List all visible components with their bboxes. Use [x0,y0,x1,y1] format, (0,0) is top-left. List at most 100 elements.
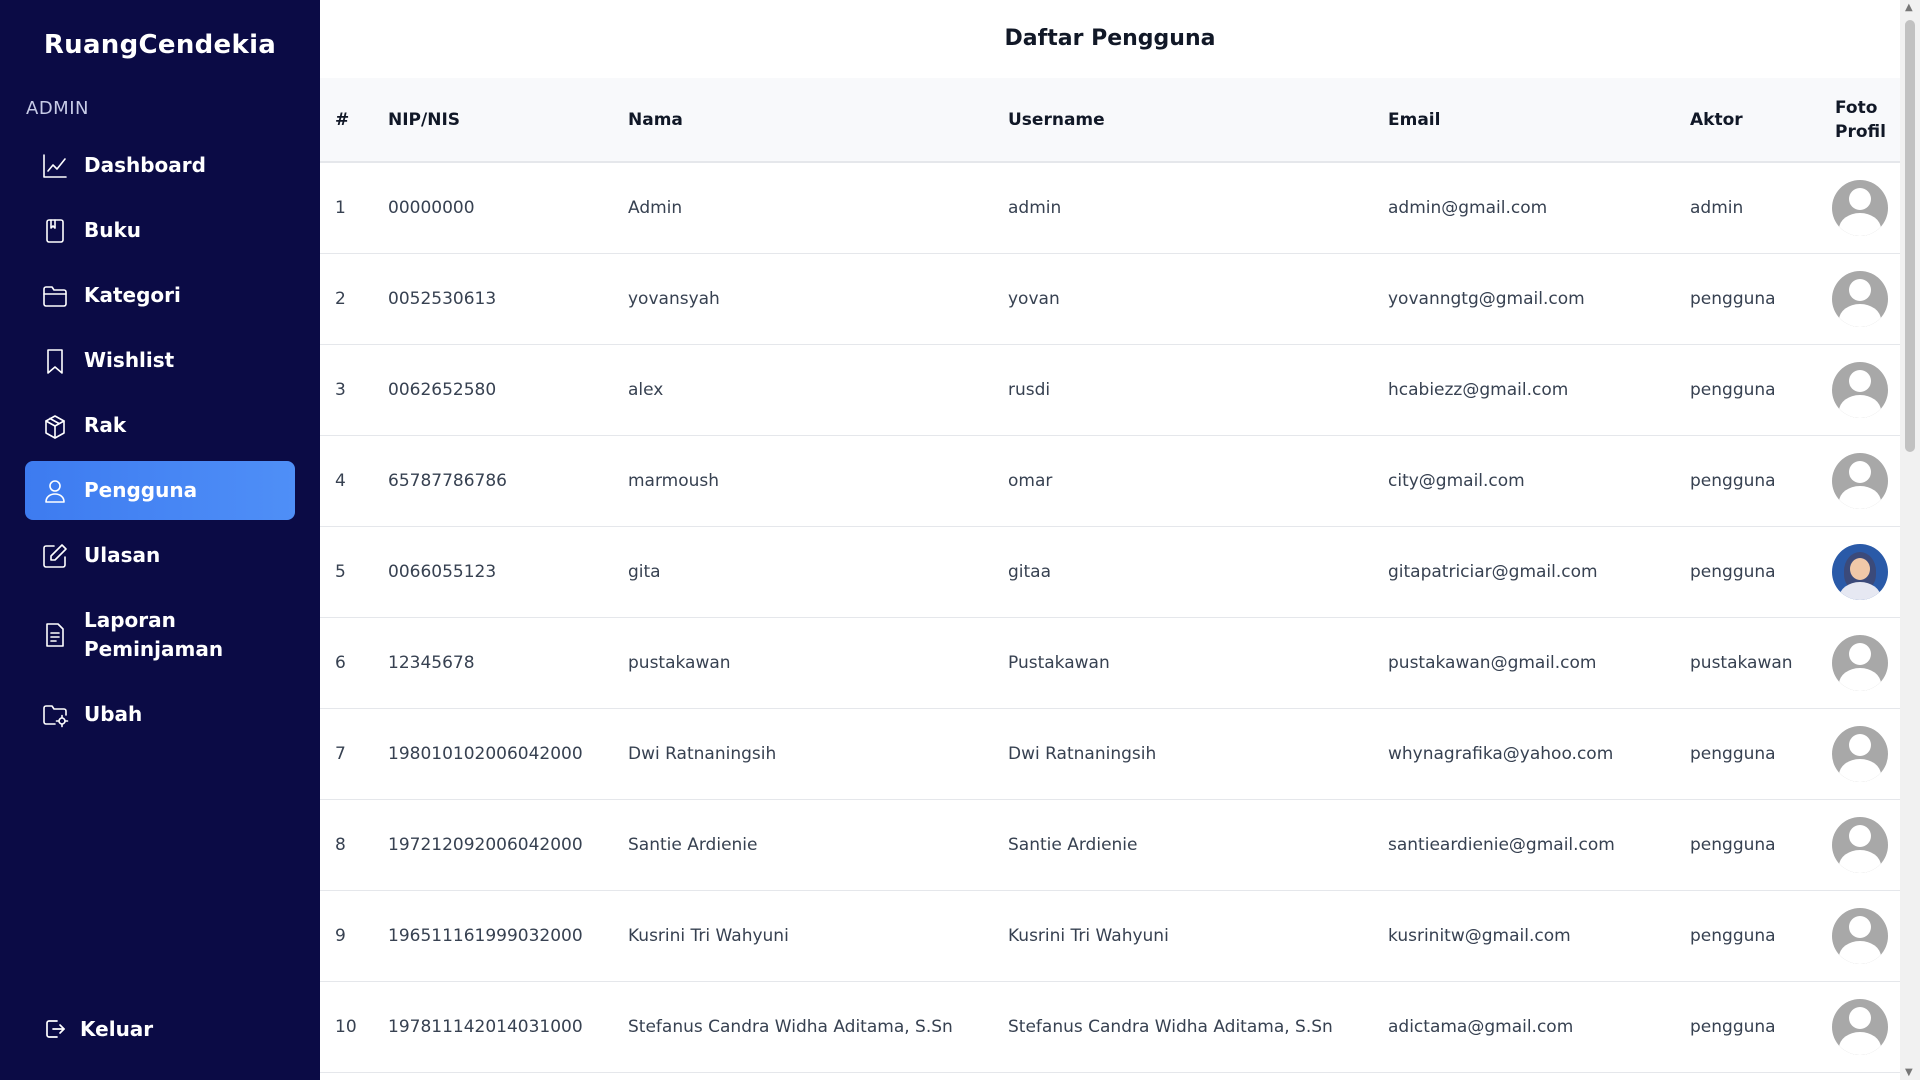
table-row[interactable]: 2 0052530613 yovansyah yovan yovanngtg@g… [320,253,1900,344]
sidebar-item-ubah[interactable]: Ubah [25,685,295,744]
cell-aktor: pengguna [1690,288,1776,309]
cell-nip: 197811142014031000 [388,1016,583,1037]
cell-nama: gita [628,561,661,582]
cell-nip: 197212092006042000 [388,834,583,855]
chart-line-icon [40,151,70,181]
cell-nama: marmoush [628,470,720,491]
table-header-row: # NIP/NIS Nama Username Email Aktor Foto… [320,78,1900,162]
cell-number: 1 [335,197,346,218]
table-row[interactable]: 3 0062652580 alex rusdi hcabiezz@gmail.c… [320,344,1900,435]
cell-number: 10 [335,1016,357,1037]
cell-aktor: pustakawan [1690,652,1793,673]
cell-nip: 00000000 [388,197,475,218]
edit-icon [40,541,70,571]
column-header-aktor: Aktor [1690,109,1743,130]
sidebar-nav: Dashboard Buku Kategori Wishlist Rak Pen… [25,136,295,750]
scrollbar-thumb[interactable] [1905,20,1915,452]
cell-aktor: admin [1690,197,1744,218]
table-row[interactable]: 5 0066055123 gita gitaa gitapatriciar@gm… [320,526,1900,617]
table-row[interactable]: 10 197811142014031000 Stefanus Candra Wi… [320,981,1900,1072]
sidebar-item-laporan-peminjaman[interactable]: Laporan Peminjaman [25,591,295,679]
cell-nip: 0066055123 [388,561,497,582]
cell-number: 9 [335,925,346,946]
cell-username: omar [1008,470,1053,491]
default-avatar-icon [1832,725,1888,782]
cell-number: 7 [335,743,346,764]
cell-nama: Dwi Ratnaningsih [628,743,777,764]
logout-button[interactable]: Keluar [40,1014,153,1044]
users-table: # NIP/NIS Nama Username Email Aktor Foto… [320,78,1900,1073]
cell-username: Kusrini Tri Wahyuni [1008,925,1169,946]
sidebar-item-label: Laporan Peminjaman [84,608,224,661]
sidebar-item-label: Ubah [84,702,143,726]
user-photo [1832,543,1888,600]
cell-username: Pustakawan [1008,652,1110,673]
bookmark-icon [40,346,70,376]
default-avatar-icon [1832,634,1888,691]
cell-username: Santie Ardienie [1008,834,1138,855]
table-row[interactable]: 4 65787786786 marmoush omar city@gmail.c… [320,435,1900,526]
logout-label: Keluar [80,1017,154,1041]
folder-icon [40,281,70,311]
sidebar-item-buku[interactable]: Buku [25,201,295,260]
cell-nip: 12345678 [388,652,475,673]
cell-nama: alex [628,379,664,400]
cell-nama: pustakawan [628,652,731,673]
sidebar-item-label: Rak [84,413,127,437]
cell-username: yovan [1008,288,1060,309]
default-avatar-icon [1832,816,1888,873]
cell-username: rusdi [1008,379,1051,400]
table-row[interactable]: 8 197212092006042000 Santie Ardienie San… [320,799,1900,890]
cell-nama: Santie Ardienie [628,834,758,855]
sidebar-item-label: Ulasan [84,543,161,567]
scroll-down-arrow-icon[interactable]: ▼ [1905,1067,1913,1078]
user-icon [40,476,70,506]
cell-aktor: pengguna [1690,834,1776,855]
sidebar-item-pengguna[interactable]: Pengguna [25,461,295,520]
table-row[interactable]: 1 00000000 Admin admin admin@gmail.com a… [320,162,1900,253]
table-row[interactable]: 7 198010102006042000 Dwi Ratnaningsih Dw… [320,708,1900,799]
cell-number: 6 [335,652,346,673]
default-avatar-icon [1832,361,1888,418]
box-icon [40,411,70,441]
sidebar-item-kategori[interactable]: Kategori [25,266,295,325]
sidebar-item-rak[interactable]: Rak [25,396,295,455]
cell-aktor: pengguna [1690,925,1776,946]
table-row[interactable]: 9 196511161999032000 Kusrini Tri Wahyuni… [320,890,1900,981]
table-row[interactable]: 6 12345678 pustakawan Pustakawan pustaka… [320,617,1900,708]
cell-nip: 198010102006042000 [388,743,583,764]
cell-nip: 0052530613 [388,288,497,309]
column-header-email: Email [1388,109,1441,130]
brand-logo[interactable]: RuangCendekia [0,30,320,60]
cell-email: hcabiezz@gmail.com [1388,379,1569,400]
book-icon [40,216,70,246]
cell-aktor: pengguna [1690,1016,1776,1037]
cell-nip: 0062652580 [388,379,497,400]
cell-nip: 65787786786 [388,470,507,491]
cell-aktor: pengguna [1690,379,1776,400]
default-avatar-icon [1832,452,1888,509]
sidebar-item-dashboard[interactable]: Dashboard [25,136,295,195]
scroll-up-arrow-icon[interactable]: ▲ [1905,2,1913,13]
cell-username: gitaa [1008,561,1052,582]
cell-email: gitapatriciar@gmail.com [1388,561,1598,582]
cell-number: 2 [335,288,346,309]
cell-email: yovanngtg@gmail.com [1388,288,1585,309]
page-title: Daftar Pengguna [1004,26,1216,51]
column-header-nama: Nama [628,109,683,130]
cell-email: pustakawan@gmail.com [1388,652,1597,673]
cell-number: 3 [335,379,346,400]
sidebar-item-label: Pengguna [84,478,198,502]
default-avatar-icon [1832,998,1888,1055]
column-header-username: Username [1008,109,1105,130]
sidebar-item-ulasan[interactable]: Ulasan [25,526,295,585]
column-header-foto-profil: Foto Profil [1835,97,1886,142]
sidebar-item-label: Buku [84,218,142,242]
cell-aktor: pengguna [1690,743,1776,764]
cell-aktor: pengguna [1690,561,1776,582]
cell-username: Dwi Ratnaningsih [1008,743,1157,764]
default-avatar-icon [1832,907,1888,964]
vertical-scrollbar[interactable]: ▲ ▼ [1900,0,1920,1080]
cell-email: whynagrafika@yahoo.com [1388,743,1614,764]
sidebar-item-wishlist[interactable]: Wishlist [25,331,295,390]
